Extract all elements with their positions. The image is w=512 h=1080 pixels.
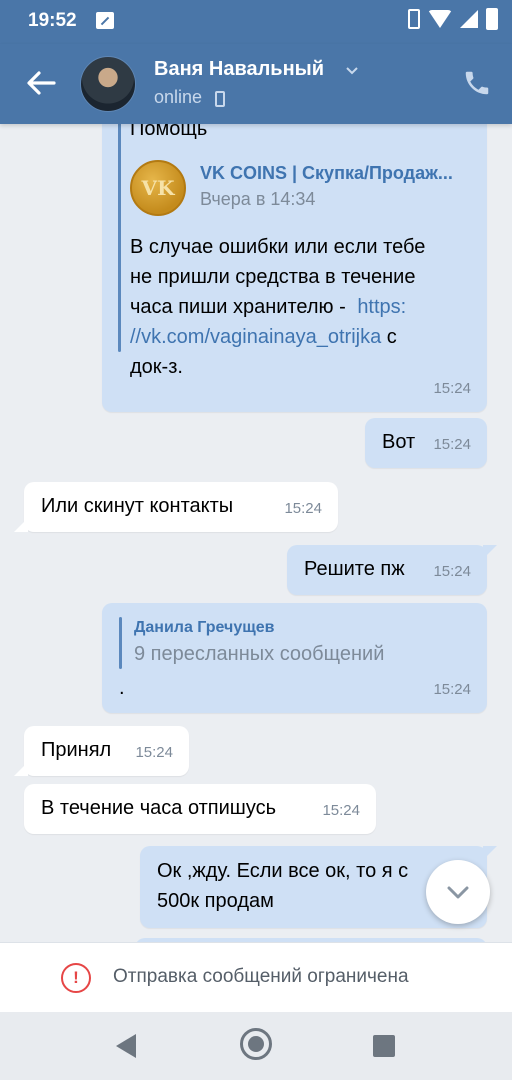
nav-recent-icon[interactable] <box>373 1035 395 1057</box>
system-navigation-bar <box>0 1012 512 1080</box>
messaging-restricted-bar: ! Отправка сообщений ограничена <box>0 942 512 1012</box>
message-list[interactable]: Помощь VK VK COINS | Скупка/Продаж... Вч… <box>0 124 512 942</box>
contact-name[interactable]: Ваня Навальный <box>154 58 324 81</box>
back-arrow-icon[interactable] <box>24 66 58 100</box>
status-time: 19:52 <box>28 10 77 31</box>
message-time: 15:24 <box>433 681 471 698</box>
quote-title: Помощь <box>130 124 208 140</box>
restricted-label: Отправка сообщений ограничена <box>113 966 409 987</box>
system-icons <box>408 8 498 30</box>
message-text: Или скинут контакты <box>41 495 234 517</box>
post-text: В случае ошибки или если тебе не пришли … <box>130 236 426 378</box>
message-text: Вот <box>382 431 416 453</box>
message-text: Принял <box>41 739 112 761</box>
message-time: 15:24 <box>284 500 322 517</box>
cell-signal-icon <box>460 10 478 28</box>
message-bubble-forwarded-post[interactable]: Помощь VK VK COINS | Скупка/Продаж... Вч… <box>102 124 487 412</box>
quote-bar <box>118 124 121 352</box>
notification-icon <box>96 12 114 29</box>
message-bubble-incoming[interactable]: Или скинут контакты 15:24 <box>14 482 338 532</box>
message-bubble-incoming[interactable]: В течение часа отпишусь 15:24 <box>24 784 376 834</box>
message-bubble-forwarded[interactable]: Данила Гречущев 9 пересланных сообщений … <box>102 603 487 713</box>
battery-icon <box>486 8 498 30</box>
forward-summary[interactable]: 9 пересланных сообщений <box>134 639 384 669</box>
message-time: 15:24 <box>433 380 471 397</box>
post-date: Вчера в 14:34 <box>200 189 316 209</box>
chevron-down-icon[interactable] <box>345 64 359 78</box>
chevron-down-icon <box>447 886 469 899</box>
message-bubble-outgoing[interactable]: Вот 15:24 <box>365 418 487 468</box>
wifi-icon <box>428 10 452 28</box>
message-text: Решите пж <box>304 558 405 580</box>
post-author-avatar[interactable]: VK <box>130 160 186 216</box>
nav-back-icon[interactable] <box>116 1034 136 1058</box>
contact-status: online <box>154 87 203 107</box>
warning-icon: ! <box>61 963 91 993</box>
post-link-continued[interactable]: //vk.com/vaginainaya_otrijka <box>130 326 381 348</box>
phone-icon[interactable] <box>462 68 492 98</box>
contact-avatar[interactable] <box>80 56 136 112</box>
mobile-icon <box>215 91 225 107</box>
message-time: 15:24 <box>433 563 471 580</box>
vibrate-icon <box>408 9 420 29</box>
scroll-to-bottom-button[interactable] <box>426 860 490 924</box>
message-time: 15:24 <box>135 744 173 761</box>
status-bar: 19:52 <box>0 0 512 44</box>
message-bubble-incoming[interactable]: Принял 15:24 <box>14 726 189 776</box>
post-link[interactable]: https: <box>357 296 406 318</box>
quote-bar <box>119 617 122 669</box>
message-time: 15:24 <box>322 802 360 819</box>
message-text: В течение часа отпишусь <box>41 797 277 819</box>
chat-header: Ваня Навальный online <box>0 44 512 124</box>
message-bubble-outgoing[interactable]: Решите пж 15:24 <box>287 545 497 595</box>
message-time: 15:24 <box>433 436 471 453</box>
message-text: . <box>119 677 125 699</box>
nav-home-icon[interactable] <box>240 1028 272 1060</box>
